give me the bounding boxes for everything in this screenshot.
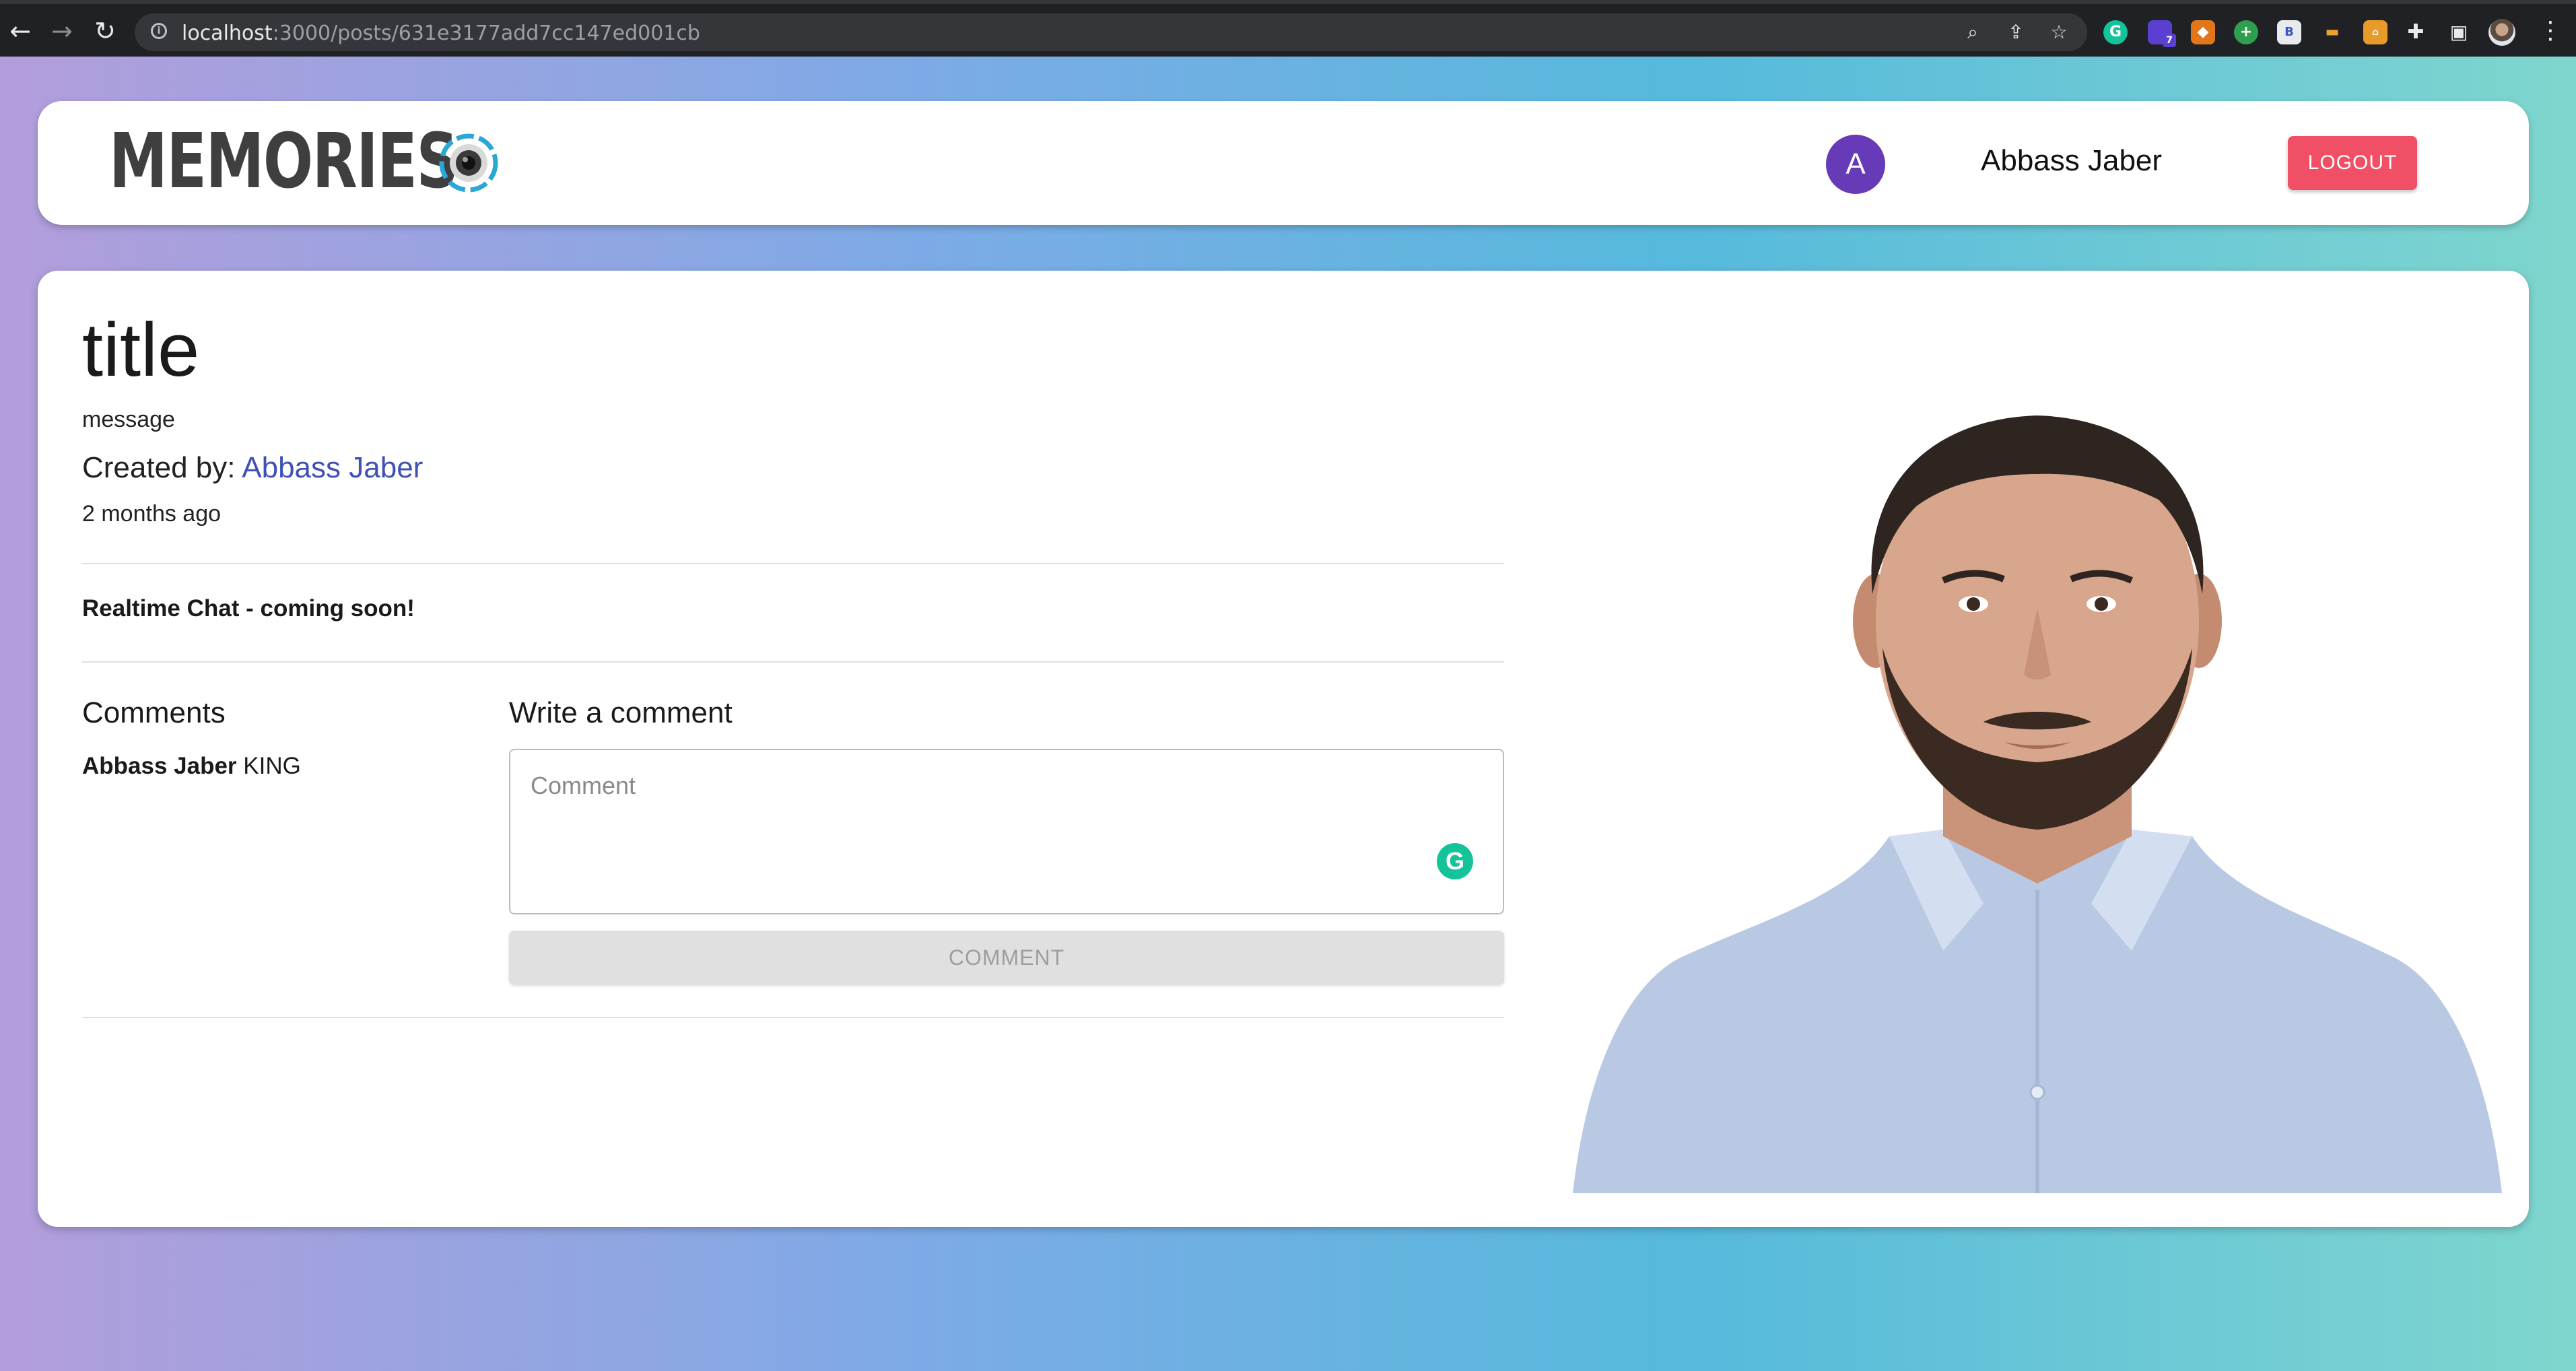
grammarly-icon[interactable]: G	[1437, 843, 1473, 879]
address-bar[interactable]: i localhost:3000/posts/631e3177add7cc147…	[135, 13, 2087, 51]
forward-arrow-icon[interactable]: →	[48, 18, 75, 44]
logout-button[interactable]: LOGOUT	[2288, 136, 2417, 190]
share-icon[interactable]: ⇪	[2005, 22, 2027, 43]
post-image	[1573, 415, 2502, 1193]
extension-badge: 7	[2163, 34, 2176, 47]
add-extension-icon[interactable]: +	[2234, 20, 2258, 44]
camera-lens-icon	[439, 133, 498, 193]
grammarly-extension-icon[interactable]: G	[2103, 20, 2128, 44]
comment-submit-button[interactable]: COMMENT	[509, 931, 1504, 984]
post-details-card: title message Created by: Abbass Jaber 2…	[38, 271, 2529, 1227]
off-extension-icon[interactable]: ⌂	[2363, 20, 2387, 44]
divider	[82, 661, 1504, 663]
browser-toolbar: ← → ↻ i localhost:3000/posts/631e3177add…	[0, 0, 2576, 57]
site-info-icon[interactable]: i	[151, 23, 167, 39]
extensions-puzzle-icon[interactable]: ✚	[2404, 20, 2428, 44]
back-arrow-icon[interactable]: ←	[7, 18, 34, 44]
realtime-chat-note: Realtime Chat - coming soon!	[82, 595, 415, 622]
divider	[82, 1017, 1504, 1018]
metamask-extension-icon[interactable]: ◆	[2191, 20, 2215, 44]
post-title: title	[82, 308, 200, 392]
post-message: message	[82, 407, 175, 432]
comment-text: KING	[243, 753, 301, 779]
post-timestamp: 2 months ago	[82, 501, 222, 527]
write-comment-heading: Write a comment	[509, 696, 733, 729]
ninja-extension-icon[interactable]: ▬	[2320, 20, 2344, 44]
comment-input[interactable]	[509, 749, 1504, 914]
b-extension-icon[interactable]: B	[2277, 20, 2301, 44]
side-panel-icon[interactable]: ▣	[2447, 20, 2471, 44]
divider	[82, 563, 1504, 564]
reload-icon[interactable]: ↻	[92, 18, 118, 44]
address-url[interactable]: localhost:3000/posts/631e3177add7cc147ed…	[182, 22, 700, 45]
user-name: Abbass Jaber	[1981, 144, 2163, 177]
brand-title[interactable]: MEMORIES	[109, 121, 459, 202]
comments-heading: Comments	[82, 696, 226, 729]
created-by-label: Created by:	[82, 451, 242, 484]
profile-avatar-icon[interactable]	[2488, 19, 2515, 46]
browser-menu-icon[interactable]: ⋮	[2538, 18, 2563, 44]
app-header: MEMORIES A Abbass Jaber LOGOUT	[38, 101, 2529, 225]
comment-author: Abbass Jaber	[82, 753, 237, 779]
post-created-by: Created by: Abbass Jaber	[82, 451, 423, 485]
comment-item: Abbass Jaber KING	[82, 753, 301, 780]
zoom-icon[interactable]: ⌕	[1962, 22, 1984, 43]
bookmark-star-icon[interactable]: ☆	[2048, 22, 2070, 43]
user-avatar[interactable]: A	[1826, 135, 1885, 194]
post-author-link[interactable]: Abbass Jaber	[242, 451, 423, 484]
